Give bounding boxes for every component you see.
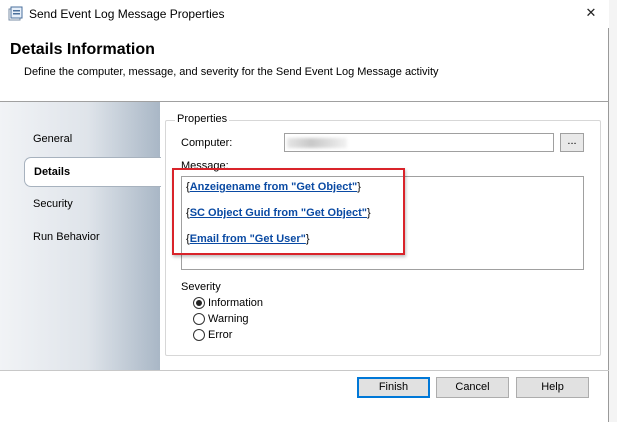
annotation-highlight-box bbox=[172, 168, 405, 255]
close-icon[interactable]: ✕ bbox=[578, 1, 604, 25]
severity-label: Severity bbox=[181, 281, 221, 293]
severity-option-error[interactable]: Error bbox=[193, 329, 232, 341]
title-bar: Send Event Log Message Properties ✕ bbox=[0, 0, 609, 28]
finish-button[interactable]: Finish bbox=[357, 377, 430, 398]
severity-option-warning[interactable]: Warning bbox=[193, 313, 249, 325]
sidebar-item-security[interactable]: Security bbox=[33, 198, 73, 210]
dialog-window: Send Event Log Message Properties ✕ Deta… bbox=[0, 0, 609, 422]
severity-option-information[interactable]: Information bbox=[193, 297, 263, 309]
help-button[interactable]: Help bbox=[516, 377, 589, 398]
redacted-computer-name bbox=[287, 138, 347, 148]
background-strip bbox=[609, 0, 617, 422]
window-title: Send Event Log Message Properties bbox=[29, 7, 225, 21]
radio-checked-icon[interactable] bbox=[193, 297, 205, 309]
radio-unchecked-icon[interactable] bbox=[193, 313, 205, 325]
sidebar-item-details[interactable]: Details bbox=[24, 157, 161, 187]
computer-field[interactable] bbox=[284, 133, 554, 152]
sidebar: General Details Security Run Behavior bbox=[0, 102, 161, 370]
app-icon bbox=[8, 6, 24, 22]
computer-label: Computer: bbox=[181, 137, 233, 149]
sidebar-item-run-behavior[interactable]: Run Behavior bbox=[33, 231, 100, 243]
page-title: Details Information bbox=[10, 41, 155, 58]
footer-divider bbox=[0, 370, 609, 371]
properties-group-label: Properties bbox=[175, 113, 230, 125]
cancel-button[interactable]: Cancel bbox=[436, 377, 509, 398]
page-description: Define the computer, message, and severi… bbox=[24, 66, 439, 78]
browse-computer-button[interactable]: ... bbox=[560, 133, 584, 152]
sidebar-item-general[interactable]: General bbox=[33, 133, 72, 145]
radio-unchecked-icon[interactable] bbox=[193, 329, 205, 341]
